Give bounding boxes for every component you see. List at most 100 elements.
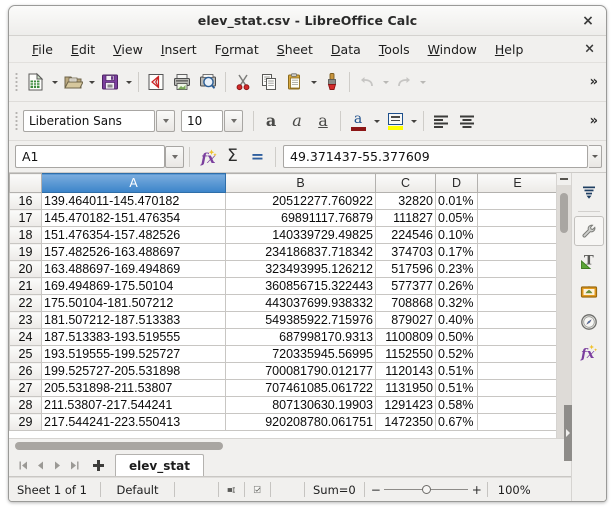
row-header[interactable]: 23 xyxy=(9,311,42,329)
zoom-in-button[interactable]: + xyxy=(472,484,482,496)
cell-d[interactable]: 0.01% xyxy=(435,192,478,210)
cell-b[interactable]: 323493995.126212 xyxy=(225,260,376,278)
name-box-dropdown-button[interactable] xyxy=(165,145,184,168)
paste-dropdown-arrow[interactable] xyxy=(308,69,319,95)
cell-c[interactable]: 708868 xyxy=(375,294,436,312)
cell-b[interactable]: 140339729.49825 xyxy=(225,226,376,244)
cell-d[interactable]: 0.05% xyxy=(435,209,478,227)
print-icon[interactable] xyxy=(169,69,195,95)
navigator-icon[interactable] xyxy=(575,308,603,336)
table-row[interactable]: 23 181.507212-187.513383 549385922.71597… xyxy=(9,311,556,329)
undo-dropdown-arrow[interactable] xyxy=(380,69,391,95)
cell-e[interactable] xyxy=(477,260,556,278)
horizontal-scroll-thumb[interactable] xyxy=(15,442,223,450)
cell-a[interactable]: 217.544241-223.550413 xyxy=(41,413,226,431)
toolbar-grip[interactable] xyxy=(13,110,20,132)
cell-c[interactable]: 1131950 xyxy=(375,379,436,397)
spreadsheet-grid[interactable]: A B C D E 16 139.464011-145.470182 20512… xyxy=(9,173,556,431)
cell-c[interactable]: 1152550 xyxy=(375,345,436,363)
menu-item-view[interactable]: View xyxy=(104,39,152,60)
name-box[interactable]: A1 xyxy=(15,145,165,168)
cell-a[interactable]: 211.53807-217.544241 xyxy=(41,396,226,414)
sidebar-splitter-handle[interactable] xyxy=(564,405,572,461)
open-file-icon[interactable] xyxy=(60,69,86,95)
cell-c[interactable]: 111827 xyxy=(375,209,436,227)
cell-c[interactable]: 517596 xyxy=(375,260,436,278)
cell-b[interactable]: 707461085.061722 xyxy=(225,379,376,397)
next-sheet-button[interactable] xyxy=(49,454,66,476)
standard-toolbar-overflow-button[interactable]: » xyxy=(590,76,598,89)
cell-c[interactable]: 1100809 xyxy=(375,328,436,346)
zoom-slider[interactable]: − + xyxy=(365,482,487,497)
paste-icon[interactable] xyxy=(282,69,308,95)
vertical-scroll-thumb[interactable] xyxy=(559,193,568,233)
table-row[interactable]: 27 205.531898-211.53807 707461085.061722… xyxy=(9,379,556,397)
menu-item-tools[interactable]: Tools xyxy=(370,39,419,60)
cell-d[interactable]: 0.51% xyxy=(435,379,478,397)
row-header[interactable]: 27 xyxy=(9,379,42,397)
cell-b[interactable]: 69891117.76879 xyxy=(225,209,376,227)
zoom-out-button[interactable]: − xyxy=(371,484,381,496)
row-header[interactable]: 28 xyxy=(9,396,42,414)
table-row[interactable]: 17 145.470182-151.476354 69891117.76879 … xyxy=(9,209,556,227)
cell-e[interactable] xyxy=(477,396,556,414)
column-header-e[interactable]: E xyxy=(477,173,556,193)
cell-b[interactable]: 720335945.56995 xyxy=(225,345,376,363)
table-row[interactable]: 22 175.50104-181.507212 443037699.938332… xyxy=(9,294,556,312)
column-header-d[interactable]: D xyxy=(435,173,478,193)
cell-a[interactable]: 187.513383-193.519555 xyxy=(41,328,226,346)
add-sheet-button[interactable] xyxy=(87,454,109,476)
copy-icon[interactable] xyxy=(256,69,282,95)
row-header[interactable]: 29 xyxy=(9,413,42,431)
menu-item-help[interactable]: Help xyxy=(486,39,533,60)
table-row[interactable]: 16 139.464011-145.470182 20512277.760922… xyxy=(9,192,556,210)
cell-a[interactable]: 169.494869-175.50104 xyxy=(41,277,226,295)
cell-d[interactable]: 0.10% xyxy=(435,226,478,244)
font-size-input[interactable]: 10 xyxy=(181,110,223,132)
cell-e[interactable] xyxy=(477,379,556,397)
sum-icon[interactable]: Σ xyxy=(220,144,245,169)
cell-a[interactable]: 199.525727-205.531898 xyxy=(41,362,226,380)
cell-d[interactable]: 0.51% xyxy=(435,362,478,380)
print-preview-icon[interactable] xyxy=(195,69,221,95)
formatting-toolbar-overflow-button[interactable]: » xyxy=(590,115,598,128)
cell-a[interactable]: 151.476354-157.482526 xyxy=(41,226,226,244)
cell-c[interactable]: 1120143 xyxy=(375,362,436,380)
selection-mode-icon[interactable] xyxy=(219,482,245,497)
highlight-color-button[interactable] xyxy=(382,108,408,134)
cell-c[interactable]: 224546 xyxy=(375,226,436,244)
row-header[interactable]: 22 xyxy=(9,294,42,312)
table-row[interactable]: 29 217.544241-223.550413 920208780.06175… xyxy=(9,413,556,431)
cell-b[interactable]: 549385922.715976 xyxy=(225,311,376,329)
cell-a[interactable]: 157.482526-163.488697 xyxy=(41,243,226,261)
font-name-input[interactable]: Liberation Sans xyxy=(23,110,155,132)
font-size-dropdown-button[interactable] xyxy=(224,110,243,132)
functions-icon[interactable]: fx xyxy=(575,338,603,366)
gallery-icon[interactable] xyxy=(575,278,603,306)
cell-e[interactable] xyxy=(477,226,556,244)
menu-item-sheet[interactable]: Sheet xyxy=(268,39,322,60)
row-header[interactable]: 19 xyxy=(9,243,42,261)
sidebar-settings-icon[interactable] xyxy=(575,178,603,206)
vertical-scroll-track[interactable] xyxy=(556,185,571,438)
cell-d[interactable]: 0.58% xyxy=(435,396,478,414)
underline-button[interactable]: a xyxy=(310,108,336,134)
formula-icon[interactable]: = xyxy=(245,144,270,169)
toolbar-grip[interactable] xyxy=(13,71,20,93)
table-row[interactable]: 18 151.476354-157.482526 140339729.49825… xyxy=(9,226,556,244)
font-name-dropdown-button[interactable] xyxy=(156,110,175,132)
table-row[interactable]: 21 169.494869-175.50104 360856715.322443… xyxy=(9,277,556,295)
menu-item-window[interactable]: Window xyxy=(419,39,486,60)
cell-c[interactable]: 1472350 xyxy=(375,413,436,431)
cell-b[interactable]: 20512277.760922 xyxy=(225,192,376,210)
horizontal-scrollbar[interactable] xyxy=(9,438,571,452)
cell-c[interactable]: 577377 xyxy=(375,277,436,295)
undo-icon[interactable] xyxy=(354,69,380,95)
row-header[interactable]: 18 xyxy=(9,226,42,244)
cell-d[interactable]: 0.52% xyxy=(435,345,478,363)
row-header[interactable]: 16 xyxy=(9,192,42,210)
cell-b[interactable]: 920208780.061751 xyxy=(225,413,376,431)
previous-sheet-button[interactable] xyxy=(32,454,49,476)
export-pdf-icon[interactable] xyxy=(143,69,169,95)
align-left-button[interactable] xyxy=(428,108,454,134)
